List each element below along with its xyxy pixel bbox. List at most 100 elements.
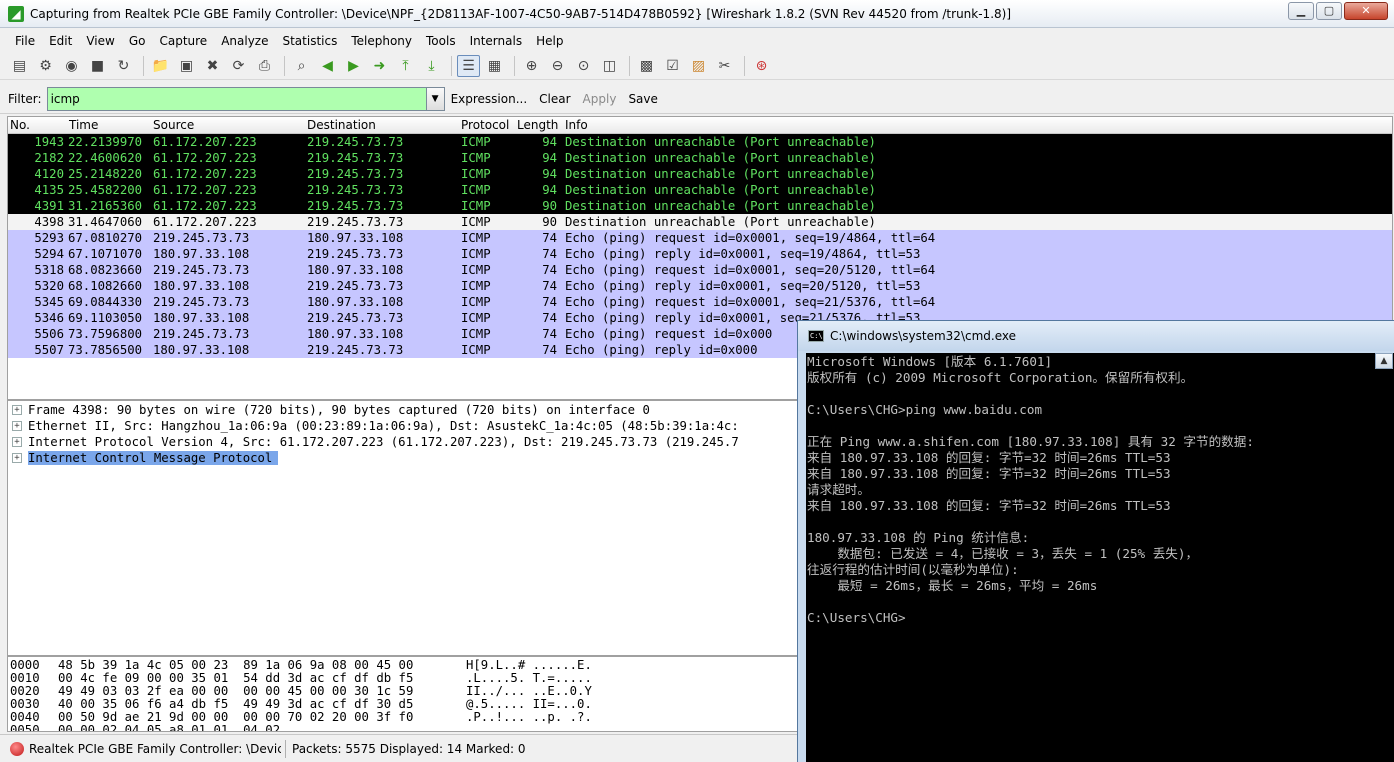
packet-cell-time: 68.0823660 bbox=[68, 263, 143, 277]
capture-filters-icon[interactable]: ▩ bbox=[635, 55, 658, 77]
column-header-no[interactable]: No. bbox=[10, 118, 30, 132]
title-bar: ◢ Capturing from Realtek PCIe GBE Family… bbox=[0, 0, 1394, 28]
start-capture-icon[interactable]: ◉ bbox=[60, 55, 83, 77]
preferences-icon[interactable]: ✂ bbox=[713, 55, 736, 77]
menu-view[interactable]: View bbox=[79, 31, 121, 51]
column-header-protocol[interactable]: Protocol bbox=[461, 118, 509, 132]
restart-capture-icon[interactable]: ↻ bbox=[112, 55, 135, 77]
coloring-rules-icon[interactable]: ▨ bbox=[687, 55, 710, 77]
packet-cell-dst: 219.245.73.73 bbox=[307, 247, 404, 261]
packet-row[interactable]: 5345 69.0844330 219.245.73.73 180.97.33.108… bbox=[8, 294, 1392, 310]
window-title: Capturing from Realtek PCIe GBE Family C… bbox=[30, 6, 1011, 21]
packet-row[interactable]: 1943 22.2139970 61.172.207.223 219.245.73.7… bbox=[8, 134, 1392, 150]
expand-icon[interactable]: + bbox=[12, 437, 22, 447]
go-last-icon[interactable]: ⤓ bbox=[420, 55, 443, 77]
zoom-in-icon[interactable]: ⊕ bbox=[520, 55, 543, 77]
colorize-icon[interactable]: ☰ bbox=[457, 54, 480, 77]
column-header-length[interactable]: Length bbox=[517, 118, 558, 132]
expand-icon[interactable]: + bbox=[12, 453, 22, 463]
packet-cell-src: 180.97.33.108 bbox=[153, 311, 250, 325]
print-icon[interactable]: ⎙ bbox=[253, 55, 276, 77]
display-filters-icon[interactable]: ☑ bbox=[661, 55, 684, 77]
packet-cell-dst: 219.245.73.73 bbox=[307, 215, 404, 229]
toolbar-separator bbox=[143, 55, 144, 76]
clear-button[interactable]: Clear bbox=[539, 92, 570, 106]
packet-cell-info: Echo (ping) request id=0x0001, seq=20/51… bbox=[565, 263, 936, 277]
packet-row[interactable]: 4398 31.4647060 61.172.207.223 219.245.73.7… bbox=[8, 214, 1392, 230]
menu-help[interactable]: Help bbox=[529, 31, 570, 51]
column-header-time[interactable]: Time bbox=[69, 118, 98, 132]
minimize-icon[interactable]: ▁ bbox=[1288, 2, 1314, 20]
packet-row[interactable]: 4120 25.2148220 61.172.207.223 219.245.73.7… bbox=[8, 166, 1392, 182]
help-icon[interactable]: ⊛ bbox=[750, 55, 773, 77]
packet-cell-time: 31.4647060 bbox=[68, 215, 143, 229]
zoom-out-icon[interactable]: ⊖ bbox=[546, 55, 569, 77]
menu-go[interactable]: Go bbox=[122, 31, 153, 51]
console-lines: Microsoft Windows [版本 6.1.7601] 版权所有 (c) … bbox=[806, 353, 1394, 626]
cmd-title-bar[interactable]: C:\ C:\windows\system32\cmd.exe bbox=[798, 321, 1394, 351]
packet-cell-proto: ICMP bbox=[461, 247, 491, 261]
packet-cell-src: 219.245.73.73 bbox=[153, 231, 250, 245]
packet-row[interactable]: 5294 67.1071070 180.97.33.108 219.245.73.73… bbox=[8, 246, 1392, 262]
auto-scroll-icon[interactable]: ▦ bbox=[483, 55, 506, 77]
packet-cell-info: Echo (ping) request id=0x0001, seq=19/48… bbox=[565, 231, 936, 245]
go-to-packet-icon[interactable]: ➜ bbox=[368, 55, 391, 77]
close-file-icon[interactable]: ✖ bbox=[201, 55, 224, 77]
menu-telephony[interactable]: Telephony bbox=[344, 31, 419, 51]
hex-ascii: .P..!... ..p. .?. bbox=[466, 710, 592, 724]
packet-cell-time: 68.1082660 bbox=[68, 279, 143, 293]
expand-icon[interactable]: + bbox=[12, 421, 22, 431]
column-header-source[interactable]: Source bbox=[153, 118, 194, 132]
packet-cell-dst: 180.97.33.108 bbox=[307, 295, 404, 309]
menu-statistics[interactable]: Statistics bbox=[275, 31, 344, 51]
open-file-icon[interactable]: 📁 bbox=[149, 55, 172, 77]
save-filter-button[interactable]: Save bbox=[628, 92, 657, 106]
expression-button[interactable]: Expression... bbox=[451, 92, 528, 106]
menu-edit[interactable]: Edit bbox=[42, 31, 79, 51]
menu-capture[interactable]: Capture bbox=[152, 31, 214, 51]
packet-row[interactable]: 5293 67.0810270 219.245.73.73 180.97.33.108… bbox=[8, 230, 1392, 246]
column-header-info[interactable]: Info bbox=[565, 118, 588, 132]
expand-icon[interactable]: + bbox=[12, 405, 22, 415]
interface-list-icon[interactable]: ▤ bbox=[8, 55, 31, 77]
packet-cell-no: 4391 bbox=[34, 199, 64, 213]
packet-cell-dst: 180.97.33.108 bbox=[307, 263, 404, 277]
capture-status-icon[interactable] bbox=[10, 741, 24, 756]
menu-file[interactable]: File bbox=[8, 31, 42, 51]
packet-cell-len: 74 bbox=[542, 279, 557, 293]
console-icon: C:\ bbox=[808, 330, 824, 342]
cmd-console-output[interactable]: ▲ Microsoft Windows [版本 6.1.7601] 版权所有 (c… bbox=[806, 353, 1394, 762]
packet-row[interactable]: 2182 22.4600620 61.172.207.223 219.245.73.7… bbox=[8, 150, 1392, 166]
menu-tools[interactable]: Tools bbox=[419, 31, 463, 51]
menu-analyze[interactable]: Analyze bbox=[214, 31, 275, 51]
packet-row[interactable]: 4391 31.2165360 61.172.207.223 219.245.73.7… bbox=[8, 198, 1392, 214]
packet-cell-proto: ICMP bbox=[461, 263, 491, 277]
column-header-destination[interactable]: Destination bbox=[307, 118, 376, 132]
zoom-normal-icon[interactable]: ⊙ bbox=[572, 55, 595, 77]
save-file-icon[interactable]: ▣ bbox=[175, 55, 198, 77]
packet-cell-time: 67.1071070 bbox=[68, 247, 143, 261]
packet-cell-proto: ICMP bbox=[461, 343, 491, 357]
go-forward-icon[interactable]: ▶ bbox=[342, 55, 365, 77]
resize-columns-icon[interactable]: ◫ bbox=[598, 55, 621, 77]
find-packet-icon[interactable]: ⌕ bbox=[290, 55, 313, 77]
packet-cell-time: 67.0810270 bbox=[68, 231, 143, 245]
apply-button[interactable]: Apply bbox=[583, 92, 617, 106]
scroll-up-icon[interactable]: ▲ bbox=[1375, 353, 1393, 369]
chevron-down-icon[interactable]: ▼ bbox=[426, 86, 445, 111]
go-back-icon[interactable]: ◀ bbox=[316, 55, 339, 77]
maximize-icon[interactable]: ▢ bbox=[1316, 2, 1342, 20]
packet-row[interactable]: 4135 25.4582200 61.172.207.223 219.245.73.7… bbox=[8, 182, 1392, 198]
packet-cell-proto: ICMP bbox=[461, 279, 491, 293]
close-icon[interactable]: ✕ bbox=[1344, 2, 1388, 20]
packet-row[interactable]: 5320 68.1082660 180.97.33.108 219.245.73.73… bbox=[8, 278, 1392, 294]
capture-options-icon[interactable]: ⚙ bbox=[34, 55, 57, 77]
go-first-icon[interactable]: ⤒ bbox=[394, 55, 417, 77]
packet-cell-info: Destination unreachable (Port unreachabl… bbox=[565, 199, 876, 213]
reload-file-icon[interactable]: ⟳ bbox=[227, 55, 250, 77]
stop-capture-icon[interactable]: ■ bbox=[86, 55, 109, 77]
display-filter-input[interactable]: icmp bbox=[46, 86, 427, 111]
menu-internals[interactable]: Internals bbox=[463, 31, 530, 51]
packet-row[interactable]: 5318 68.0823660 219.245.73.73 180.97.33.108… bbox=[8, 262, 1392, 278]
